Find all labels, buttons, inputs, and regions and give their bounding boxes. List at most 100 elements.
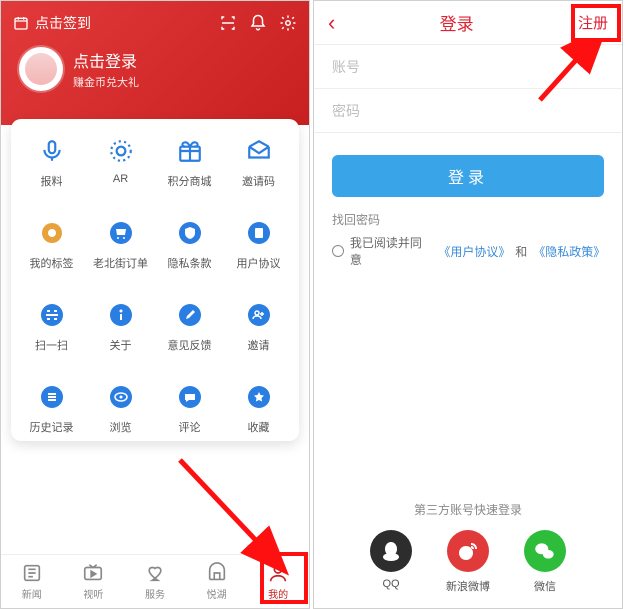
- grid-feedback[interactable]: 意见反馈: [155, 301, 224, 353]
- grid-label: 历史记录: [30, 419, 74, 435]
- login-button[interactable]: 登录: [332, 155, 604, 197]
- cart-icon: [107, 219, 135, 247]
- grid-invite-code[interactable]: 邀请码: [224, 137, 293, 189]
- tag-icon: [38, 219, 66, 247]
- grid-label: 用户协议: [237, 255, 281, 271]
- username-row: [314, 45, 622, 89]
- grid-label: 积分商城: [168, 173, 212, 189]
- grid-comments[interactable]: 评论: [155, 383, 224, 435]
- profile-header: 点击签到 点击登录 赚金币兑大礼: [1, 1, 309, 125]
- grid-label: 意见反馈: [168, 337, 212, 353]
- mic-icon: [38, 137, 66, 165]
- grid-mall[interactable]: 积分商城: [155, 137, 224, 189]
- nav-label: 新闻: [22, 586, 42, 601]
- grid-about[interactable]: 关于: [86, 301, 155, 353]
- bell-icon[interactable]: [249, 14, 267, 32]
- wechat-icon: [524, 530, 566, 572]
- grid-label: AR: [113, 173, 128, 185]
- profile-screen: 点击签到 点击登录 赚金币兑大礼 报料 AR: [0, 0, 310, 609]
- username-input[interactable]: [332, 59, 604, 75]
- agree-prefix: 我已阅读并同意: [350, 234, 433, 268]
- login-screen: ‹ 登录 注册 登录 找回密码 我已阅读并同意 《用户协议》 和 《隐私政策》 …: [313, 0, 623, 609]
- third-party-login: 第三方账号快速登录 QQ 新浪微博 微信: [314, 501, 622, 594]
- grid-label: 隐私条款: [168, 255, 212, 271]
- forgot-password-link[interactable]: 找回密码: [332, 211, 604, 228]
- login-header: ‹ 登录 注册: [314, 1, 622, 45]
- doc-icon: [245, 219, 273, 247]
- nav-news[interactable]: 新闻: [21, 562, 43, 601]
- nav-service[interactable]: 服务: [144, 562, 166, 601]
- password-input[interactable]: [332, 103, 604, 119]
- bottom-nav: 新闻 视听 服务 悦湖 我的: [1, 554, 309, 608]
- calendar-icon: [13, 15, 29, 31]
- grid-scan[interactable]: 扫一扫: [17, 301, 86, 353]
- checkin-button[interactable]: 点击签到: [13, 13, 91, 33]
- nav-mine[interactable]: 我的: [267, 562, 289, 601]
- agree-and: 和: [515, 243, 527, 260]
- third-label: QQ: [382, 578, 399, 590]
- qq-icon: [370, 530, 412, 572]
- back-button[interactable]: ‹: [328, 12, 335, 34]
- heart-icon: [144, 562, 166, 584]
- person-icon: [267, 562, 289, 584]
- grid-label: 评论: [179, 419, 201, 435]
- nav-video[interactable]: 视听: [82, 562, 104, 601]
- login-qq[interactable]: QQ: [370, 530, 412, 594]
- grid-label: 收藏: [248, 419, 270, 435]
- grid-label: 浏览: [110, 419, 132, 435]
- radio-icon: [332, 245, 344, 257]
- grid-label: 关于: [110, 337, 132, 353]
- list-icon: [38, 383, 66, 411]
- grid-baoliao[interactable]: 报料: [17, 137, 86, 189]
- star-icon: [245, 383, 273, 411]
- grid-privacy[interactable]: 隐私条款: [155, 219, 224, 271]
- grid-ar[interactable]: AR: [86, 137, 155, 189]
- third-label: 微信: [534, 578, 556, 594]
- login-subtitle: 赚金币兑大礼: [73, 74, 139, 90]
- grid-label: 扫一扫: [35, 337, 68, 353]
- gear-icon[interactable]: [279, 14, 297, 32]
- scan2-icon: [38, 301, 66, 329]
- shield-icon: [176, 219, 204, 247]
- grid-browse[interactable]: 浏览: [86, 383, 155, 435]
- login-title: 登录: [440, 10, 474, 35]
- grid-history[interactable]: 历史记录: [17, 383, 86, 435]
- privacy-policy-link[interactable]: 《隐私政策》: [533, 243, 604, 260]
- password-row: [314, 89, 622, 133]
- avatar: [19, 47, 63, 91]
- nav-label: 我的: [268, 586, 288, 601]
- grid-label: 邀请: [248, 337, 270, 353]
- grid-my-tags[interactable]: 我的标签: [17, 219, 86, 271]
- invite-icon: [245, 301, 273, 329]
- envelope-icon: [245, 137, 273, 165]
- user-agreement-link[interactable]: 《用户协议》: [438, 243, 509, 260]
- grid-label: 我的标签: [30, 255, 74, 271]
- weibo-icon: [447, 530, 489, 572]
- third-label: 新浪微博: [446, 578, 490, 594]
- chat-icon: [176, 383, 204, 411]
- feature-card: 报料 AR 积分商城 邀请码 我的标签 老北街订单: [11, 119, 299, 441]
- news-icon: [21, 562, 43, 584]
- pencil-icon: [176, 301, 204, 329]
- grid-favorites[interactable]: 收藏: [224, 383, 293, 435]
- ar-icon: [107, 137, 135, 165]
- grid-orders[interactable]: 老北街订单: [86, 219, 155, 271]
- nav-label: 服务: [145, 586, 165, 601]
- login-title: 点击登录: [73, 48, 139, 72]
- login-wechat[interactable]: 微信: [524, 530, 566, 594]
- login-prompt[interactable]: 点击登录 赚金币兑大礼: [1, 39, 309, 91]
- scan-icon[interactable]: [219, 14, 237, 32]
- nav-yuehu[interactable]: 悦湖: [206, 562, 228, 601]
- grid-label: 老北街订单: [93, 255, 148, 271]
- agreement-row[interactable]: 我已阅读并同意 《用户协议》 和 《隐私政策》: [332, 234, 604, 268]
- nav-label: 视听: [83, 586, 103, 601]
- grid-user-agree[interactable]: 用户协议: [224, 219, 293, 271]
- grid-invite[interactable]: 邀请: [224, 301, 293, 353]
- register-link[interactable]: 注册: [578, 12, 608, 33]
- login-weibo[interactable]: 新浪微博: [446, 530, 490, 594]
- grid-label: 报料: [41, 173, 63, 189]
- third-party-caption: 第三方账号快速登录: [314, 501, 622, 518]
- login-button-label: 登录: [448, 164, 488, 188]
- gate-icon: [206, 562, 228, 584]
- gift-icon: [176, 137, 204, 165]
